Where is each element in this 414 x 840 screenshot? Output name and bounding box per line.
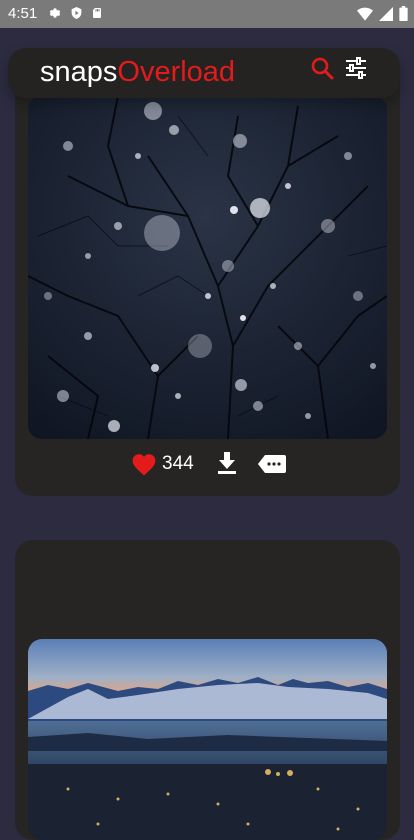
status-left-icons bbox=[48, 6, 103, 20]
heart-icon[interactable] bbox=[131, 452, 157, 476]
app-logo: snapsOverload bbox=[40, 52, 235, 92]
photo-image bbox=[28, 96, 387, 439]
photo-card bbox=[15, 540, 400, 840]
card-actions: 344 bbox=[15, 450, 400, 480]
like-count: 344 bbox=[162, 453, 194, 474]
search-icon[interactable] bbox=[310, 56, 334, 80]
tag-icon[interactable] bbox=[258, 454, 286, 474]
brand-part-snaps: snaps bbox=[40, 56, 118, 88]
shield-play-icon bbox=[71, 7, 82, 19]
photo-fjord-dusk[interactable] bbox=[28, 639, 387, 840]
status-bar: 4:51 bbox=[0, 0, 414, 28]
sd-card-icon bbox=[93, 8, 101, 18]
download-icon[interactable] bbox=[216, 451, 238, 475]
status-time: 4:51 bbox=[8, 5, 38, 22]
battery-icon bbox=[399, 6, 408, 21]
filter-sliders-icon[interactable] bbox=[344, 56, 368, 80]
photo-card: 344 bbox=[15, 60, 400, 496]
app-bar: snapsOverload bbox=[8, 48, 400, 98]
wifi-icon bbox=[357, 7, 373, 21]
status-right-icons bbox=[357, 6, 408, 21]
gear-icon bbox=[49, 8, 61, 18]
photo-image bbox=[28, 639, 387, 840]
signal-icon bbox=[379, 6, 393, 21]
photo-snowy-night[interactable] bbox=[28, 96, 387, 439]
brand-part-overload: Overload bbox=[117, 56, 236, 88]
